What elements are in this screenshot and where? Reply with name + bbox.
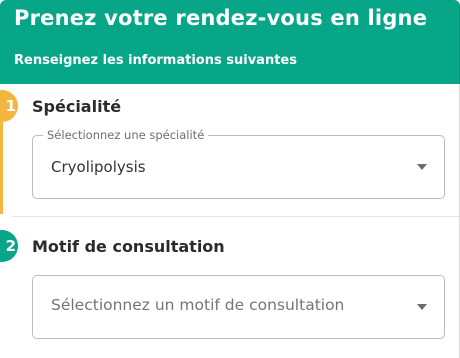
step-progress-line [0, 112, 3, 214]
form-header: Prenez votre rendez-vous en ligne Rensei… [0, 0, 460, 84]
step-2-title: Motif de consultation [32, 237, 225, 256]
caret-down-icon [417, 304, 427, 310]
consultation-reason-select[interactable]: Sélectionnez un motif de consultation [32, 275, 445, 339]
appointment-form: Prenez votre rendez-vous en ligne Rensei… [0, 0, 460, 358]
step-2-number: 2 [5, 237, 16, 255]
caret-down-icon [417, 164, 427, 170]
step-1-badge: 1 [0, 90, 18, 122]
step-1-title: Spécialité [32, 97, 122, 116]
specialty-select-label: Sélectionnez une spécialité [43, 128, 209, 142]
step-2-badge: 2 [0, 230, 18, 262]
specialty-select[interactable]: Sélectionnez une spécialité Cryolipolysi… [32, 128, 445, 199]
section-divider [12, 216, 459, 217]
page-title: Prenez votre rendez-vous en ligne [14, 6, 428, 30]
page-subtitle: Renseignez les informations suivantes [14, 53, 297, 68]
step-1-number: 1 [5, 97, 16, 115]
consultation-reason-placeholder: Sélectionnez un motif de consultation [51, 296, 345, 314]
specialty-select-value: Cryolipolysis [51, 158, 146, 176]
